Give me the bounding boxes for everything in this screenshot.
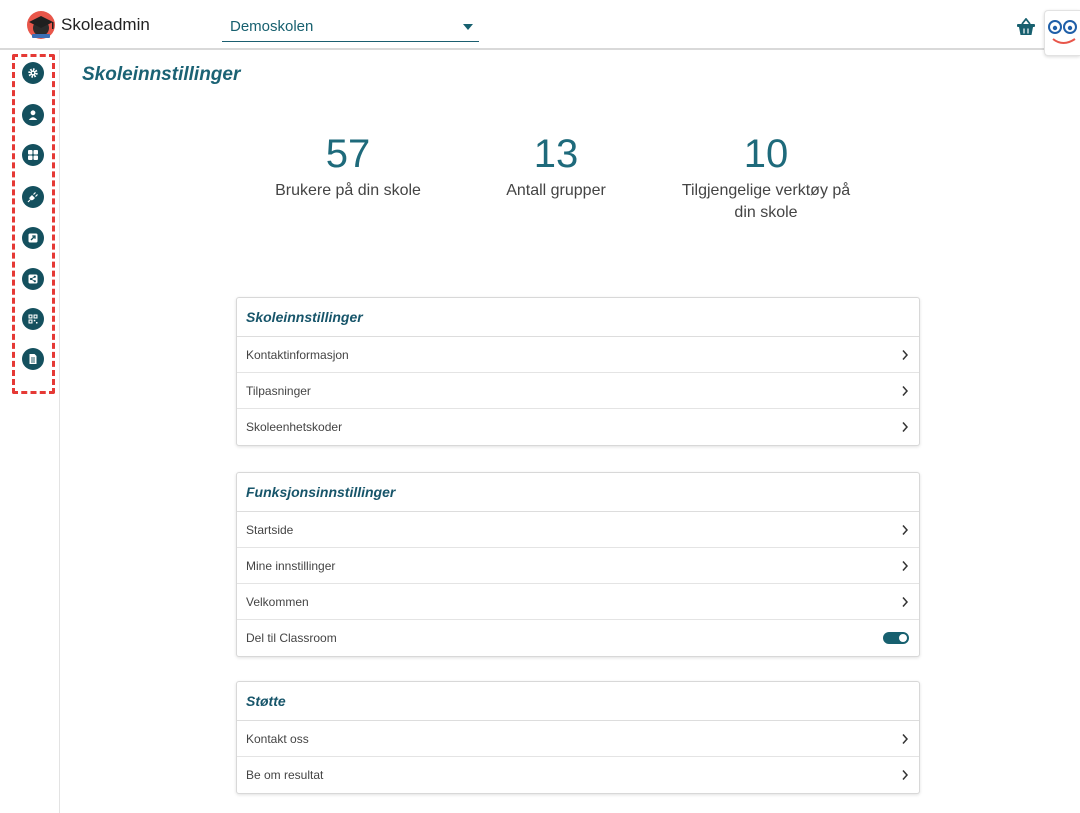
- stat-tools: 10 Tilgjengelige verktøy på din skole: [676, 132, 856, 224]
- card-title: Funksjonsinnstillinger: [237, 473, 919, 512]
- sidebar-item-qr[interactable]: [22, 308, 44, 330]
- sidebar: [0, 50, 60, 813]
- share-icon: [28, 274, 38, 284]
- sidebar-item-documents[interactable]: [22, 348, 44, 370]
- stat-users: 57 Brukere på din skole: [258, 132, 438, 202]
- basket-icon[interactable]: [1016, 18, 1036, 36]
- grid-icon: [28, 150, 38, 160]
- row-label: Kontaktinformasjon: [246, 347, 349, 362]
- row-school-unit-codes[interactable]: Skoleenhetskoder: [237, 409, 919, 445]
- chevron-right-icon: [902, 596, 909, 607]
- external-link-icon: [28, 233, 38, 243]
- stat-tools-label: Tilgjengelige verktøy på din skole: [681, 182, 851, 221]
- row-contact-info[interactable]: Kontaktinformasjon: [237, 337, 919, 373]
- plug-icon: [27, 192, 38, 203]
- card-function-settings: Funksjonsinnstillinger Startside Mine in…: [236, 472, 920, 657]
- sidebar-item-external[interactable]: [22, 227, 44, 249]
- stat-groups: 13 Antall grupper: [486, 132, 626, 202]
- school-select-value: Demoskolen: [230, 18, 314, 35]
- stat-users-value: 57: [325, 132, 371, 176]
- sidebar-item-settings[interactable]: [22, 62, 44, 84]
- caret-down-icon: [463, 23, 473, 30]
- row-customizations[interactable]: Tilpasninger: [237, 373, 919, 409]
- row-label: Tilpasninger: [246, 383, 311, 398]
- card-support: Støtte Kontakt oss Be om resultat: [236, 681, 920, 794]
- row-welcome[interactable]: Velkommen: [237, 584, 919, 620]
- top-bar: Skoleadmin Demoskolen: [0, 0, 1080, 56]
- row-my-settings[interactable]: Mine innstillinger: [237, 548, 919, 584]
- chevron-right-icon: [902, 733, 909, 744]
- row-label: Skoleenhetskoder: [246, 420, 343, 434]
- card-title: Skoleinnstillinger: [237, 298, 919, 337]
- chevron-right-icon: [902, 385, 909, 396]
- graduation-cap-logo-icon: [27, 11, 55, 39]
- row-label: Velkommen: [246, 594, 309, 609]
- stat-tools-value: 10: [743, 132, 789, 176]
- row-request-result[interactable]: Be om resultat: [237, 757, 919, 793]
- share-to-classroom-toggle[interactable]: [883, 632, 909, 644]
- stat-groups-value: 13: [533, 132, 579, 176]
- document-icon: [29, 354, 37, 364]
- row-label: Mine innstillinger: [246, 558, 336, 573]
- stat-users-label: Brukere på din skole: [275, 182, 421, 199]
- brand-name: Skoleadmin: [61, 15, 150, 34]
- school-select[interactable]: Demoskolen: [222, 12, 479, 42]
- sidebar-item-share[interactable]: [22, 268, 44, 290]
- chevron-right-icon: [902, 422, 909, 432]
- sidebar-item-groups[interactable]: [22, 144, 44, 166]
- sidebar-item-users[interactable]: [22, 104, 44, 126]
- card-school-settings: Skoleinnstillinger Kontaktinformasjon Ti…: [236, 297, 920, 446]
- eyes-face-icon: [1048, 20, 1077, 44]
- stat-groups-label: Antall grupper: [506, 182, 606, 199]
- card-title: Støtte: [237, 682, 919, 721]
- row-share-to-classroom: Del til Classroom: [237, 620, 919, 656]
- qr-code-icon: [28, 314, 38, 324]
- page-title: Skoleinnstillinger: [82, 64, 241, 85]
- row-label: Del til Classroom: [246, 631, 337, 645]
- row-contact-us[interactable]: Kontakt oss: [237, 721, 919, 757]
- row-label: Kontakt oss: [246, 731, 309, 746]
- row-start-page[interactable]: Startside: [237, 512, 919, 548]
- chevron-right-icon: [902, 770, 909, 780]
- assistant-eyes-button[interactable]: [1044, 10, 1080, 56]
- chevron-right-icon: [902, 524, 909, 535]
- user-icon: [28, 110, 38, 120]
- sidebar-item-tools[interactable]: [22, 186, 44, 208]
- brand[interactable]: Skoleadmin: [25, 10, 150, 40]
- chevron-right-icon: [902, 560, 909, 571]
- chevron-right-icon: [902, 349, 909, 360]
- gear-icon: [28, 68, 38, 78]
- row-label: Be om resultat: [246, 768, 324, 782]
- row-label: Startside: [246, 522, 294, 537]
